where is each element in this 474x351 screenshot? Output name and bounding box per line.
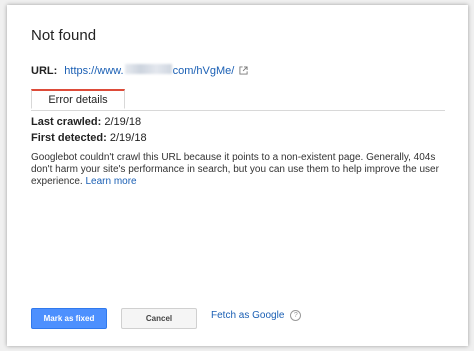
url-redacted-segment (124, 64, 172, 74)
dialog-title: Not found (31, 27, 97, 44)
first-detected-label: First detected: (31, 132, 107, 144)
cancel-button[interactable]: Cancel (121, 308, 197, 329)
last-crawled-label: Last crawled: (31, 116, 102, 128)
url-link[interactable]: https://www. com/hVgMe/ (64, 64, 234, 77)
learn-more-link[interactable]: Learn more (85, 176, 136, 187)
mark-as-fixed-button[interactable]: Mark as fixed (31, 308, 107, 329)
fetch-as-google-label: Fetch as Google (211, 310, 285, 321)
url-row: URL: https://www. com/hVgMe/ (31, 64, 248, 77)
last-crawled-value: 2/19/18 (104, 116, 142, 128)
tab-bar: Error details (31, 89, 445, 111)
url-details-dialog: Not found URL: https://www. com/hVgMe/ Er… (7, 5, 468, 346)
last-crawled-row: Last crawled: 2/19/18 (31, 116, 141, 128)
url-suffix: com/hVgMe/ (172, 65, 235, 77)
help-icon[interactable]: ? (290, 310, 302, 321)
url-label: URL: (31, 64, 58, 77)
url-prefix: https://www. (64, 65, 124, 77)
tab-error-details[interactable]: Error details (31, 89, 125, 109)
external-link-icon[interactable] (239, 66, 248, 75)
error-description: Googlebot couldn't crawl this URL becaus… (31, 152, 451, 188)
first-detected-row: First detected: 2/19/18 (31, 132, 147, 144)
first-detected-value: 2/19/18 (109, 132, 147, 144)
fetch-as-google-link[interactable]: Fetch as Google ? (211, 310, 302, 321)
